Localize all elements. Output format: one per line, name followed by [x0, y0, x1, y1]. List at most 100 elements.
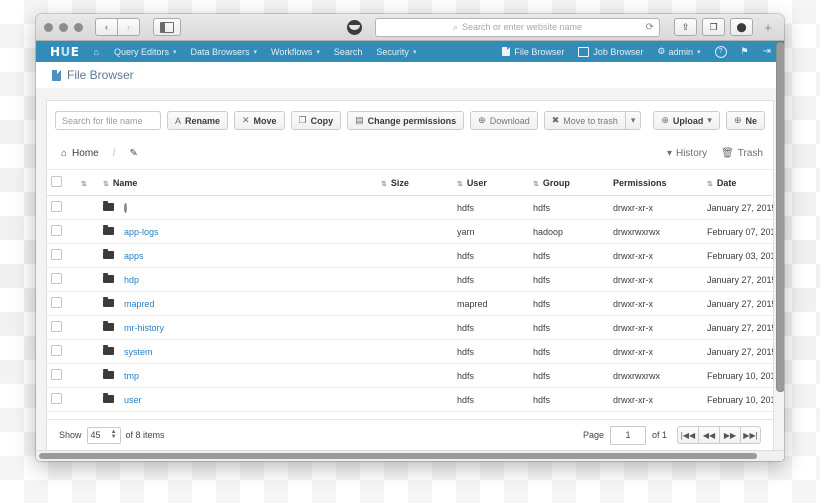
table-row[interactable]: userhdfshdfsdrwxr-xr-xFebruary 10, 2015 … — [47, 387, 773, 412]
download-button[interactable]: ⊕ Download — [470, 111, 538, 130]
row-name-cell[interactable]: system — [99, 339, 377, 364]
row-select-cell[interactable] — [47, 267, 77, 292]
window-controls[interactable] — [44, 22, 83, 32]
table-row[interactable]: systemhdfshdfsdrwxr-xr-xJanuary 27, 2015… — [47, 339, 773, 364]
table-row[interactable]: hdphdfshdfsdrwxr-xr-xJanuary 27, 2015 11… — [47, 267, 773, 292]
header-user[interactable]: ⇅ User — [453, 170, 529, 196]
row-select-cell[interactable] — [47, 339, 77, 364]
nav-item-search[interactable]: Search — [327, 41, 370, 62]
move-button[interactable]: ✕ Move — [233, 111, 285, 130]
nav-item-logout[interactable]: ⇥ — [756, 41, 778, 62]
row-checkbox[interactable] — [51, 273, 62, 284]
row-select-cell[interactable] — [47, 243, 77, 268]
row-checkbox[interactable] — [51, 369, 62, 380]
select-all-checkbox[interactable] — [51, 176, 62, 187]
header-permissions[interactable]: Permissions — [609, 170, 703, 196]
nav-item-file-browser[interactable]: File Browser — [495, 41, 571, 62]
address-bar[interactable]: ⌕ Search or enter website name ⟳ — [375, 17, 660, 37]
nav-buttons[interactable]: ‹ › — [95, 18, 140, 36]
row-name-cell[interactable]: mapred — [99, 291, 377, 316]
file-name-link[interactable]: tmp — [124, 371, 139, 381]
page-input[interactable]: 1 — [609, 425, 646, 445]
row-name-cell[interactable]: hdp — [99, 267, 377, 292]
table-row[interactable]: appshdfshdfsdrwxr-xr-xFebruary 03, 2015 … — [47, 243, 773, 268]
nav-item-admin[interactable]: ⚙ admin ▾ — [650, 41, 707, 62]
row-name-cell[interactable]: user — [99, 387, 377, 412]
address-input[interactable]: Search or enter website name — [462, 22, 582, 32]
forward-button[interactable]: › — [117, 18, 140, 36]
row-checkbox[interactable] — [51, 321, 62, 332]
breadcrumb-home[interactable]: ⌂ Home — [61, 148, 99, 159]
table-row[interactable]: tmphdfshdfsdrwxrwxrwxFebruary 10, 2015 0… — [47, 363, 773, 388]
last-page-button[interactable]: ▶▶| — [740, 426, 761, 444]
table-row[interactable]: .hdfshdfsdrwxr-xr-xJanuary 27, 2015 11:0… — [47, 195, 773, 220]
copy-button[interactable]: ❐ Copy — [290, 111, 342, 130]
row-select-cell[interactable] — [47, 363, 77, 388]
file-name-link[interactable]: app-logs — [124, 227, 159, 237]
row-select-cell[interactable] — [47, 315, 77, 340]
rename-button[interactable]: A Rename — [166, 111, 228, 130]
search-input[interactable]: Search for file name — [55, 111, 161, 130]
nav-item-notifications[interactable]: ⚑ — [734, 41, 756, 62]
sidebar-toggle-button[interactable] — [153, 18, 181, 36]
move-to-trash-dropdown[interactable]: ▾ — [624, 111, 642, 130]
row-select-cell[interactable] — [47, 195, 77, 220]
page-size-stepper[interactable]: 45 ▲ ▼ — [86, 426, 121, 444]
header-name[interactable]: ⇅ Name — [99, 170, 377, 196]
file-name-link[interactable]: mr-history — [124, 323, 164, 333]
back-button[interactable]: ‹ — [95, 18, 117, 36]
zoom-button[interactable] — [74, 22, 83, 32]
new-button[interactable]: ⊕ Ne — [725, 111, 765, 130]
file-name-link[interactable]: . — [124, 202, 127, 213]
row-name-cell[interactable]: apps — [99, 243, 377, 268]
history-button[interactable]: ▾ History — [667, 148, 707, 159]
vertical-scrollbar[interactable] — [776, 42, 784, 437]
header-size[interactable]: ⇅ Size — [377, 170, 453, 196]
upload-button[interactable]: ⊕ Upload ▾ — [653, 111, 720, 130]
trash-button[interactable]: 🗑 Trash — [721, 148, 763, 159]
row-select-cell[interactable] — [47, 219, 77, 244]
share-icon[interactable]: ⇪ — [674, 18, 697, 36]
nav-home-button[interactable]: ⌂ — [86, 41, 107, 62]
horizontal-scrollbar[interactable] — [36, 450, 784, 461]
file-name-link[interactable]: system — [124, 347, 153, 357]
row-checkbox[interactable] — [51, 225, 62, 236]
nav-item-security[interactable]: Security ▾ — [369, 41, 423, 62]
file-name-link[interactable]: hdp — [124, 275, 139, 285]
vertical-scrollbar-thumb[interactable] — [776, 42, 784, 392]
header-type-sort[interactable]: ⇅ — [77, 170, 99, 196]
row-checkbox[interactable] — [51, 393, 62, 404]
nav-item-data-browsers[interactable]: Data Browsers ▾ — [183, 41, 264, 62]
header-date[interactable]: ⇅ Date — [703, 170, 773, 196]
horizontal-scrollbar-thumb[interactable] — [39, 453, 758, 459]
table-row[interactable]: mr-history hdfs hdfs drwxr-xr-x January 27, … — [47, 315, 773, 340]
row-checkbox[interactable] — [51, 345, 62, 356]
change-permissions-button[interactable]: ▤ Change permissions — [347, 111, 465, 130]
move-to-trash-button[interactable]: ✖ Move to trash — [543, 111, 625, 130]
row-checkbox[interactable] — [51, 249, 62, 260]
row-name-cell[interactable]: . — [99, 195, 377, 220]
nav-item-job-browser[interactable]: Job Browser — [571, 41, 650, 62]
row-checkbox[interactable] — [51, 297, 62, 308]
pencil-icon[interactable]: ✎ — [130, 148, 138, 159]
row-name-cell[interactable]: tmp — [99, 363, 377, 388]
row-checkbox[interactable] — [51, 201, 62, 212]
row-select-cell[interactable] — [47, 387, 77, 412]
row-select-cell[interactable] — [47, 291, 77, 316]
file-name-link[interactable]: apps — [124, 251, 144, 261]
row-name-cell[interactable]: mr-history — [99, 315, 377, 340]
next-page-button[interactable]: ▶▶ — [719, 426, 740, 444]
file-name-link[interactable]: user — [124, 395, 142, 405]
nav-item-help[interactable]: ? — [708, 41, 734, 62]
minimize-button[interactable] — [59, 22, 68, 32]
hue-logo[interactable]: HUE — [42, 45, 86, 59]
header-select-all[interactable] — [47, 170, 77, 196]
first-page-button[interactable]: |◀◀ — [677, 426, 698, 444]
file-name-link[interactable]: mapred — [124, 299, 155, 309]
table-row[interactable]: app-logs yarn hadoop drwxrwxrwx February 07,… — [47, 219, 773, 244]
table-row[interactable]: mapred mapred hdfs drwxr-xr-x January 27, 20… — [47, 291, 773, 316]
tabs-icon[interactable]: ❐ — [702, 18, 725, 36]
new-tab-button[interactable]: + — [760, 19, 776, 35]
row-name-cell[interactable]: app-logs — [99, 219, 377, 244]
header-group[interactable]: ⇅ Group — [529, 170, 609, 196]
